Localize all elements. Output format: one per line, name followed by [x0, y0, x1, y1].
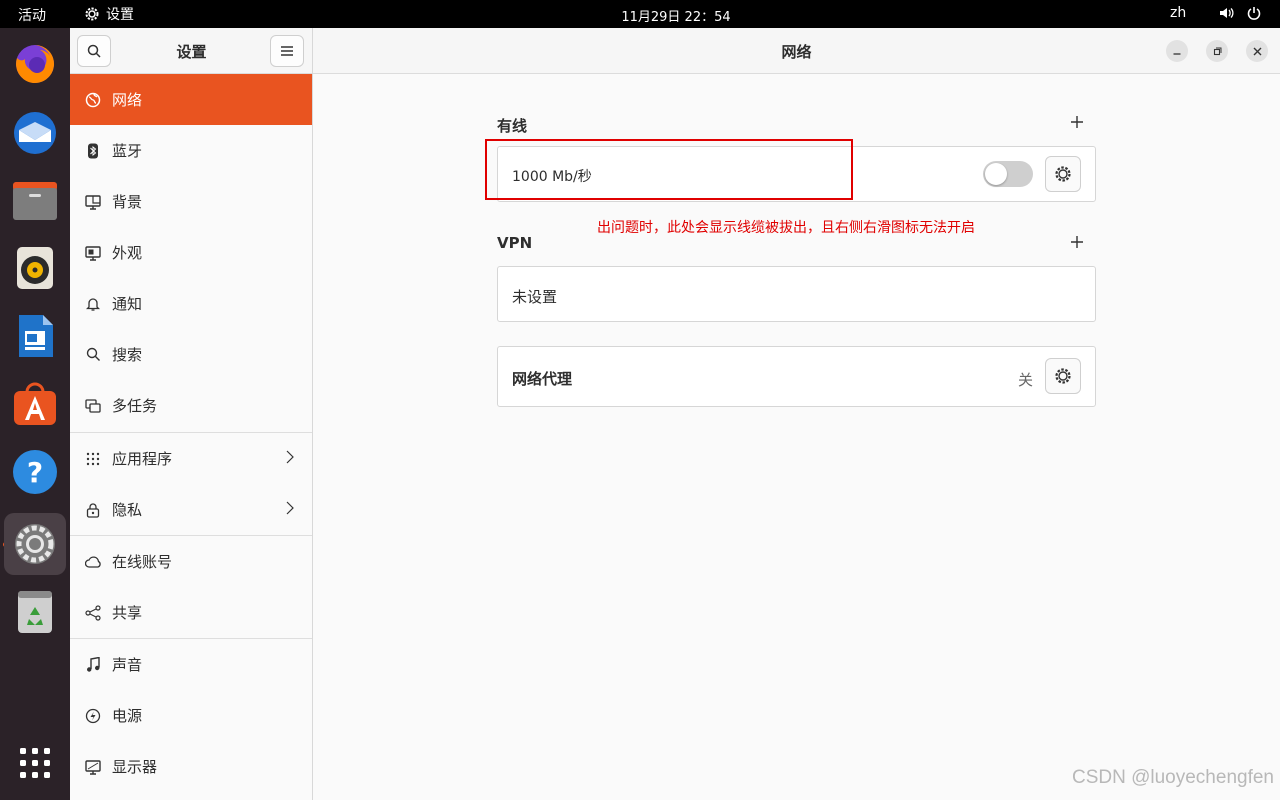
proxy-settings-button[interactable] [1045, 358, 1081, 394]
music-note-icon [84, 656, 102, 674]
dock: ? [0, 28, 70, 800]
share-icon [84, 604, 102, 622]
hamburger-menu-icon [281, 46, 293, 56]
sidebar-item-label: 隐私 [112, 501, 143, 519]
gear-icon [1055, 368, 1071, 384]
sidebar-item-label: 声音 [112, 656, 143, 674]
maximize-button[interactable] [1206, 40, 1228, 62]
sidebar-item-applications[interactable]: 应用程序 [70, 433, 312, 484]
trash-icon[interactable] [8, 585, 62, 639]
lock-icon [84, 501, 102, 519]
sidebar-item-sharing[interactable]: 共享 [70, 587, 312, 638]
multitasking-icon [84, 397, 102, 415]
close-icon [1253, 47, 1261, 55]
rhythmbox-icon[interactable] [8, 241, 62, 295]
vpn-section-title: VPN [497, 234, 533, 252]
chevron-right-icon [286, 501, 294, 515]
sidebar-item-sound[interactable]: 声音 [70, 639, 312, 690]
sidebar-item-label: 背景 [112, 193, 143, 211]
minimize-icon [1173, 53, 1181, 55]
sidebar-item-label: 通知 [112, 295, 143, 313]
minimize-button[interactable] [1166, 40, 1188, 62]
sidebar-header: 设置 [70, 28, 312, 74]
sidebar-item-notifications[interactable]: 通知 [70, 278, 312, 329]
sidebar-item-multitasking[interactable]: 多任务 [70, 380, 312, 431]
background-icon [84, 193, 102, 211]
network-proxy-row[interactable]: 网络代理 关 [497, 346, 1096, 407]
network-icon [84, 91, 102, 109]
network-proxy-status: 关 [1018, 371, 1034, 389]
sidebar-item-label: 多任务 [112, 397, 158, 415]
sidebar-item-label: 显示器 [112, 758, 158, 776]
add-wired-connection-icon[interactable] [1069, 114, 1085, 130]
files-icon[interactable] [8, 173, 62, 227]
page-title: 网络 [781, 43, 812, 61]
sidebar-item-network[interactable]: 网络 [70, 74, 312, 125]
libreoffice-writer-icon[interactable] [8, 309, 62, 363]
sidebar-item-online-accounts[interactable]: 在线账号 [70, 536, 312, 587]
cloud-icon [84, 553, 102, 571]
sidebar-item-bluetooth[interactable]: 蓝牙 [70, 125, 312, 176]
toggle-knob [985, 163, 1007, 185]
settings-icon[interactable] [4, 513, 66, 575]
sidebar-item-background[interactable]: 背景 [70, 176, 312, 227]
search-icon [84, 346, 102, 364]
restore-icon [1213, 47, 1221, 55]
firefox-icon[interactable] [8, 37, 62, 91]
annotation-highlight-box [485, 139, 853, 200]
sidebar-item-appearance[interactable]: 外观 [70, 227, 312, 278]
sidebar-item-label: 在线账号 [112, 553, 173, 571]
vpn-status-label: 未设置 [512, 288, 558, 306]
sidebar-item-search[interactable]: 搜索 [70, 329, 312, 380]
watermark: CSDN @luoyechengfen [1071, 767, 1274, 788]
sidebar-item-label: 外观 [112, 244, 143, 262]
power-icon [84, 707, 102, 725]
sidebar-item-label: 蓝牙 [112, 142, 143, 160]
sidebar-item-privacy[interactable]: 隐私 [70, 484, 312, 535]
wired-section-title: 有线 [497, 117, 528, 135]
bluetooth-icon [84, 142, 102, 160]
sidebar-item-label: 共享 [112, 604, 143, 622]
sidebar-item-label: 应用程序 [112, 450, 173, 468]
add-vpn-icon[interactable] [1069, 234, 1085, 250]
settings-sidebar: 设置 网络 蓝牙 背景 外观 通知 搜索 多任务 应用程序 隐私 在线账号 共享… [70, 28, 313, 800]
main-header: 网络 [313, 28, 1280, 74]
power-icon [1247, 7, 1261, 20]
chevron-right-icon [286, 450, 294, 464]
network-proxy-label: 网络代理 [512, 370, 573, 388]
app-center-icon[interactable] [8, 377, 62, 431]
svg-text:?: ? [27, 456, 43, 489]
sidebar-item-label: 搜索 [112, 346, 143, 364]
close-button[interactable] [1246, 40, 1268, 62]
volume-icon [1220, 8, 1234, 18]
help-icon[interactable]: ? [8, 445, 62, 499]
display-icon [84, 758, 102, 776]
sidebar-item-displays[interactable]: 显示器 [70, 741, 312, 792]
wired-toggle-switch[interactable] [983, 161, 1033, 187]
main-menu-button[interactable] [270, 35, 304, 67]
input-language-indicator[interactable]: zh [1170, 5, 1186, 21]
show-apps-icon[interactable] [8, 736, 62, 790]
gear-icon [1055, 166, 1071, 182]
wired-settings-button[interactable] [1045, 156, 1081, 192]
system-tray[interactable] [1218, 5, 1262, 21]
sidebar-item-label: 电源 [112, 707, 143, 725]
clock[interactable]: 11月29日 22：54 [0, 6, 1280, 25]
sidebar-item-power[interactable]: 电源 [70, 690, 312, 741]
bell-icon [84, 295, 102, 313]
vpn-row: 未设置 [497, 266, 1096, 322]
thunderbird-icon[interactable] [8, 105, 62, 159]
apps-grid-icon [84, 450, 102, 468]
top-bar: 活动 设置 11月29日 22：54 zh [0, 0, 1280, 28]
appearance-icon [84, 244, 102, 262]
annotation-text: 出问题时，此处会显示线缆被拔出，且右侧右滑图标无法开启 [597, 220, 975, 236]
sidebar-item-label: 网络 [112, 91, 143, 109]
